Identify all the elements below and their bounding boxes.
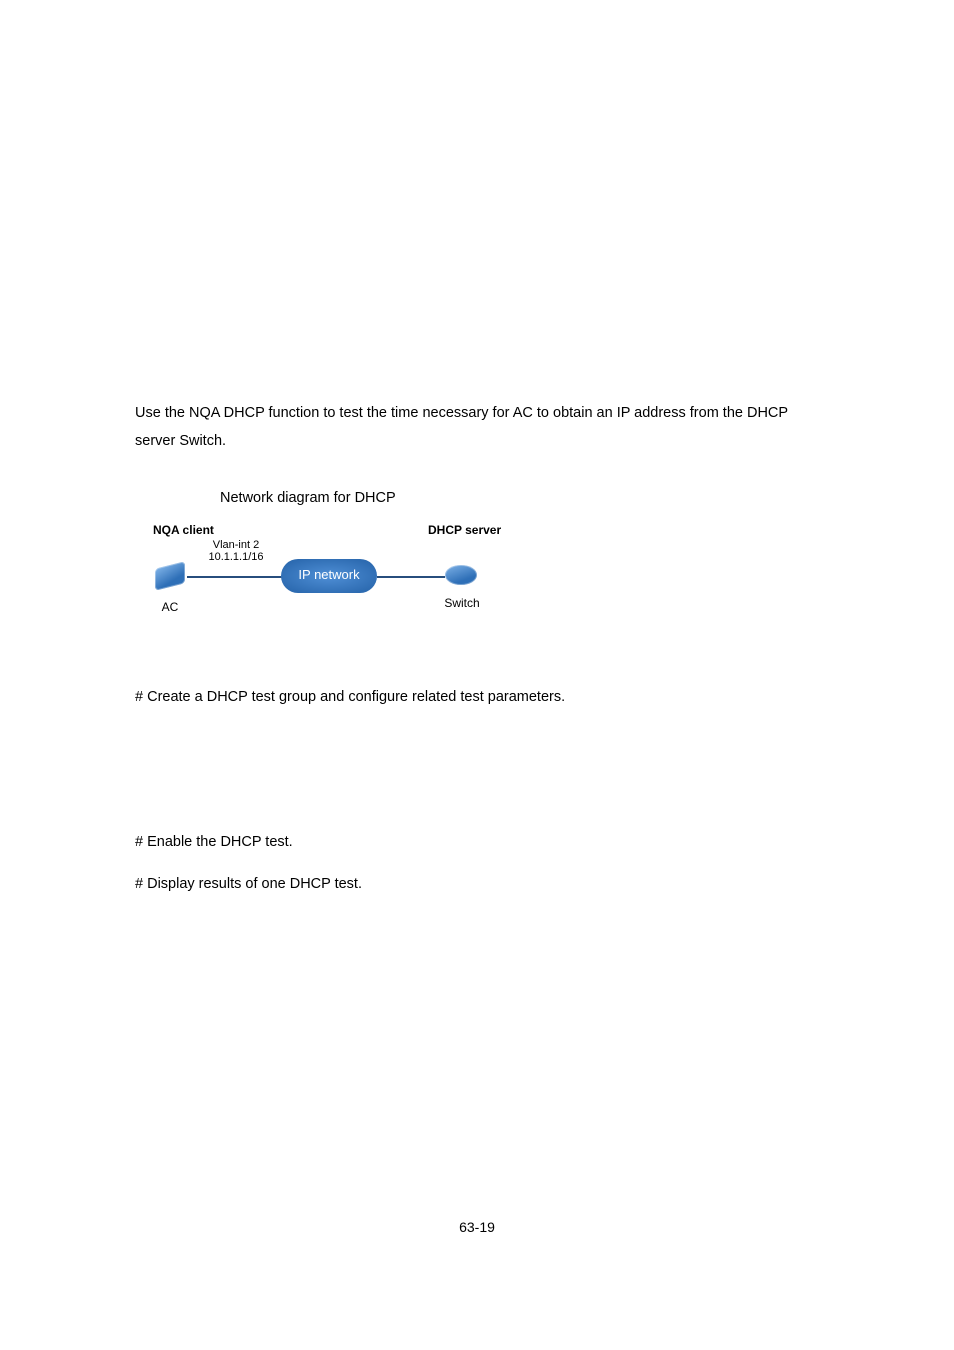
intro-paragraph: Use the NQA DHCP function to test the ti…	[135, 400, 819, 455]
dhcp-server-label: DHCP server	[428, 519, 501, 542]
figure-caption: Network diagram for DHCP	[135, 485, 819, 513]
step-create-group: # Create a DHCP test group and configure…	[135, 684, 819, 712]
ac-label: AC	[157, 601, 183, 615]
page-content: Use the NQA DHCP function to test the ti…	[0, 0, 954, 898]
page-number: 63-19	[0, 1219, 954, 1235]
interface-line2: 10.1.1.1/16	[208, 551, 263, 563]
interface-line1: Vlan-int 2	[213, 539, 259, 551]
ip-network-cloud: IP network	[281, 559, 377, 593]
network-diagram: NQA client DHCP server Vlan-int 2 10.1.1…	[153, 519, 513, 634]
wire-right	[377, 576, 445, 578]
ac-device-icon	[155, 561, 185, 590]
interface-label: Vlan-int 2 10.1.1.1/16	[201, 539, 271, 564]
step-display-results: # Display results of one DHCP test.	[135, 871, 819, 899]
cloud-label: IP network	[298, 563, 359, 588]
wire-left	[187, 576, 283, 578]
step-enable-test: # Enable the DHCP test.	[135, 829, 819, 857]
switch-device-icon	[445, 565, 477, 585]
switch-label: Switch	[441, 597, 483, 611]
